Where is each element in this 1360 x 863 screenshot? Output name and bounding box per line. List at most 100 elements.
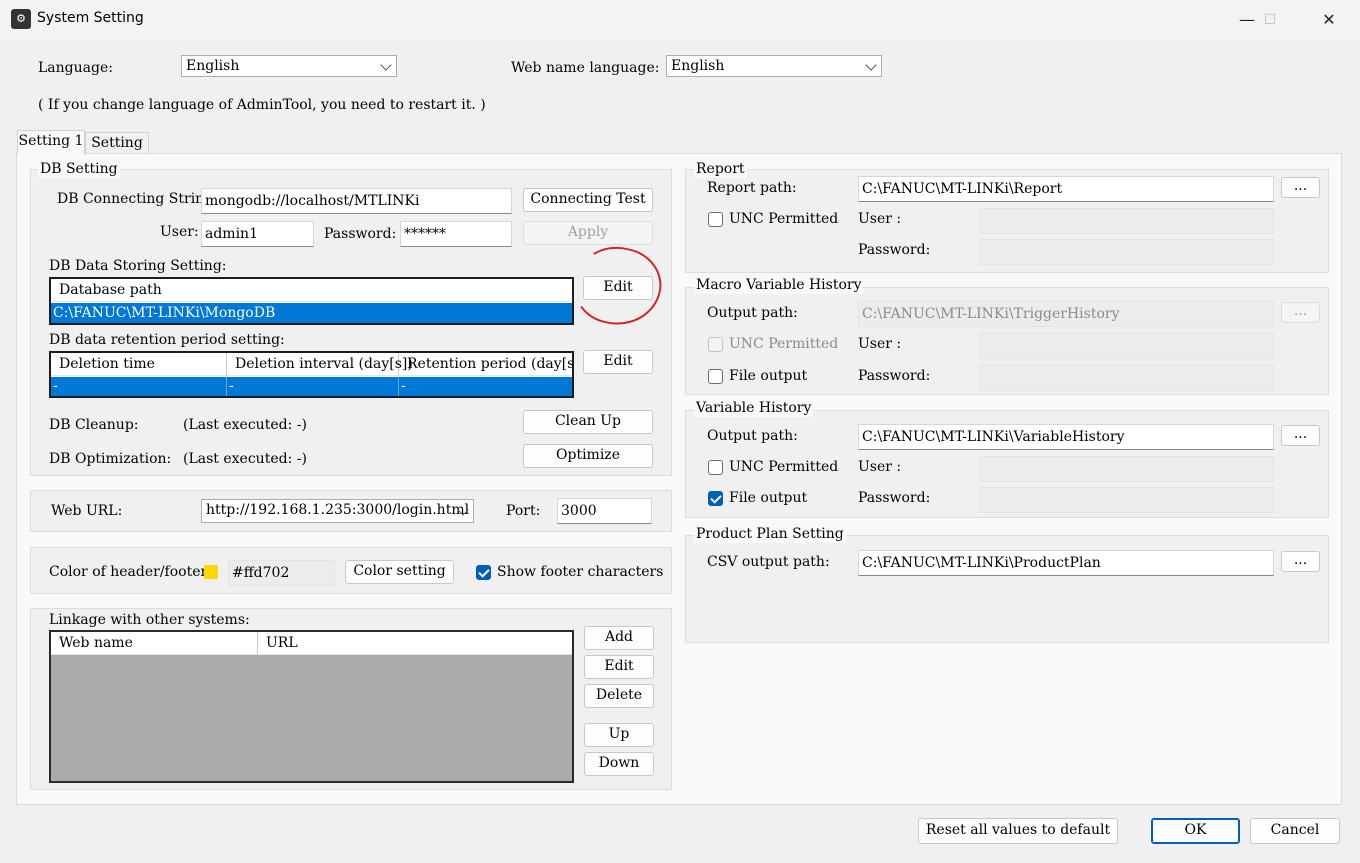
user-input[interactable]: admin1 (201, 221, 314, 247)
report-browse-button[interactable]: ... (1281, 177, 1320, 198)
macro-unc-label: UNC Permitted (729, 336, 839, 352)
db-conn-input[interactable]: mongodb://localhost/MTLINKi (201, 188, 512, 214)
linkage-table[interactable]: Web name URL (49, 630, 574, 783)
table-row[interactable]: - - - (51, 377, 572, 396)
variable-browse-button[interactable]: ... (1281, 425, 1320, 446)
table-row[interactable]: C:\FANUC\MT-LINKi\MongoDB (51, 303, 572, 323)
macro-browse-button[interactable]: ... (1281, 302, 1320, 323)
linkage-edit-button[interactable]: Edit (584, 655, 654, 679)
column-header: Web name (51, 632, 258, 654)
macro-user-input[interactable] (979, 333, 1274, 359)
retention-edit-button[interactable]: Edit (583, 350, 653, 374)
product-plan-title: Product Plan Setting (694, 525, 846, 543)
table-header: Web name URL (51, 632, 572, 655)
column-header: Database path (59, 282, 162, 298)
column-header: Retention period (day[s]) (407, 356, 574, 372)
db-setting-title: DB Setting (38, 160, 120, 178)
macro-unc-checkbox[interactable] (708, 337, 723, 352)
macro-history-title: Macro Variable History (694, 276, 864, 294)
optimize-label: DB Optimization: (49, 451, 172, 467)
web-language-value: English (671, 58, 725, 74)
variable-file-output-checkbox[interactable] (708, 491, 723, 506)
clean-up-button[interactable]: Clean Up (523, 410, 653, 434)
tab-setting-1[interactable]: Setting 1 (17, 130, 85, 154)
down-button[interactable]: Down (584, 752, 654, 776)
macro-file-output-checkbox[interactable] (708, 369, 723, 384)
variable-history-title: Variable History (694, 399, 814, 417)
variable-password-label: Password: (858, 490, 931, 506)
column-header: URL (266, 635, 298, 651)
column-header: Deletion interval (day[s]) (227, 353, 413, 375)
variable-user-input[interactable] (979, 456, 1274, 482)
show-footer-checkbox[interactable] (476, 565, 491, 580)
optimize-button[interactable]: Optimize (523, 444, 653, 468)
language-note: ( If you change language of AdminTool, y… (38, 97, 486, 113)
port-input[interactable]: 3000 (557, 498, 652, 524)
delete-button[interactable]: Delete (584, 684, 654, 708)
macro-path-input[interactable]: C:\FANUC\MT-LINKi\TriggerHistory (858, 301, 1274, 327)
storing-table: Database path C:\FANUC\MT-LINKi\MongoDB (49, 277, 574, 325)
table-cell: - (51, 377, 227, 396)
storing-label: DB Data Storing Setting: (49, 258, 227, 274)
table-header: Deletion time Deletion interval (day[s])… (51, 353, 572, 376)
password-label: Password: (324, 226, 397, 242)
macro-path-label: Output path: (707, 305, 798, 321)
macro-user-label: User : (858, 336, 902, 352)
maximize-button[interactable]: ☐ (1247, 6, 1293, 34)
password-input[interactable]: ****** (400, 221, 512, 247)
title-bar: ⚙ System Setting — ☐ ✕ (0, 0, 1360, 40)
color-swatch (204, 565, 218, 579)
cancel-button[interactable]: Cancel (1250, 818, 1340, 844)
user-label: User: (160, 224, 199, 240)
report-path-input[interactable]: C:\FANUC\MT-LINKi\Report (858, 176, 1274, 202)
report-unc-label: UNC Permitted (729, 211, 839, 227)
table-cell: - (401, 378, 406, 394)
apply-button[interactable]: Apply (523, 221, 653, 245)
chevron-down-icon (380, 59, 392, 71)
csv-path-input[interactable]: C:\FANUC\MT-LINKi\ProductPlan (858, 550, 1274, 576)
add-button[interactable]: Add (584, 626, 654, 650)
close-button[interactable]: ✕ (1306, 6, 1352, 34)
web-url-label: Web URL: (51, 503, 123, 519)
tab-setting-2[interactable]: Setting 2 (85, 132, 149, 171)
language-value: English (186, 58, 240, 74)
macro-password-label: Password: (858, 368, 931, 384)
report-user-label: User : (858, 211, 902, 227)
report-password-input[interactable] (979, 239, 1274, 265)
variable-unc-checkbox[interactable] (708, 460, 723, 475)
web-url-select[interactable]: http://192.168.1.235:3000/login.html (201, 499, 474, 523)
language-select[interactable]: English (181, 55, 397, 77)
column-header: Deletion time (51, 353, 227, 375)
csv-browse-button[interactable]: ... (1281, 551, 1320, 572)
linkage-label: Linkage with other systems: (49, 612, 250, 628)
color-label: Color of header/footer (49, 564, 208, 580)
chevron-down-icon (865, 59, 877, 71)
report-user-input[interactable] (979, 208, 1274, 234)
variable-password-input[interactable] (979, 487, 1274, 513)
app-icon: ⚙ (11, 9, 31, 29)
table-cell: C:\FANUC\MT-LINKi\MongoDB (53, 305, 276, 321)
retention-table: Deletion time Deletion interval (day[s])… (49, 351, 574, 398)
ok-button[interactable]: OK (1151, 818, 1240, 844)
db-conn-label: DB Connecting String: (57, 191, 218, 207)
table-cell: - (227, 377, 399, 396)
color-setting-button[interactable]: Color setting (345, 560, 454, 584)
color-value: #ffd702 (228, 560, 335, 586)
window-title: System Setting (37, 10, 144, 26)
variable-path-label: Output path: (707, 428, 798, 444)
cleanup-status: (Last executed: -) (183, 417, 307, 433)
report-title: Report (694, 160, 747, 178)
language-label: Language: (38, 60, 113, 76)
up-button[interactable]: Up (584, 723, 654, 747)
connecting-test-button[interactable]: Connecting Test (523, 188, 653, 212)
macro-file-output-label: File output (729, 368, 808, 384)
macro-password-input[interactable] (979, 365, 1274, 391)
table-header: Database path (51, 279, 572, 302)
web-language-select[interactable]: English (666, 55, 882, 77)
web-url-value: http://192.168.1.235:3000/login.html (206, 502, 470, 518)
variable-path-input[interactable]: C:\FANUC\MT-LINKi\VariableHistory (858, 424, 1274, 450)
cleanup-label: DB Cleanup: (49, 417, 139, 433)
reset-defaults-button[interactable]: Reset all values to default (918, 818, 1118, 844)
report-unc-checkbox[interactable] (708, 212, 723, 227)
variable-unc-label: UNC Permitted (729, 459, 839, 475)
